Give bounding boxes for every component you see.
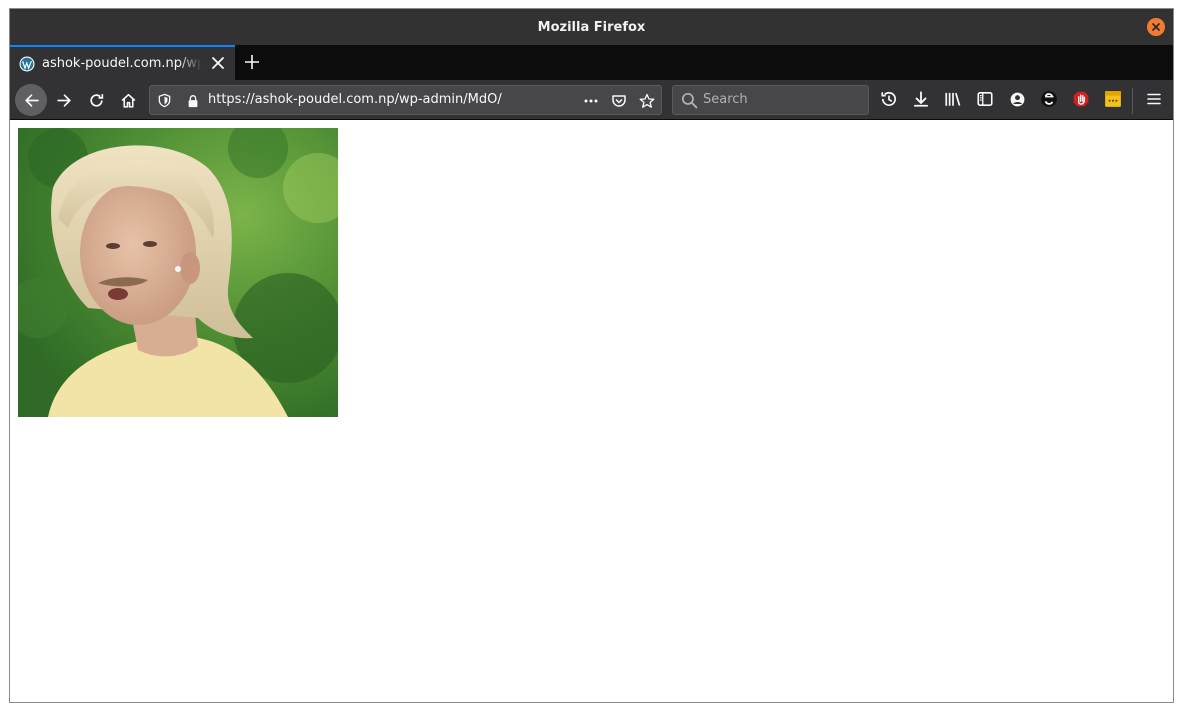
tab-bar: ashok-poudel.com.np/wp-admin/MdO/: [10, 45, 1173, 80]
search-placeholder: Search: [703, 92, 748, 107]
tab-close-icon[interactable]: [211, 56, 225, 70]
window-close-button[interactable]: [1147, 18, 1165, 36]
search-bar[interactable]: Search: [672, 85, 869, 115]
home-icon: [121, 93, 135, 108]
tab-label: ashok-poudel.com.np/wp-admin/MdO/: [42, 56, 202, 71]
forward-arrow-icon: [56, 93, 71, 107]
library-icon[interactable]: [943, 89, 963, 109]
navigation-toolbar: https://ashok-poudel.com.np/wp-admin/MdO…: [10, 80, 1173, 120]
new-tab-button[interactable]: [242, 52, 262, 72]
tab-active[interactable]: ashok-poudel.com.np/wp-admin/MdO/: [10, 45, 235, 80]
reload-button[interactable]: [82, 86, 110, 114]
history-icon[interactable]: [879, 89, 899, 109]
back-arrow-icon: [24, 93, 39, 107]
account-icon[interactable]: [1007, 89, 1027, 109]
page-content: [10, 121, 1173, 702]
ublock-icon[interactable]: [1071, 89, 1091, 109]
page-actions-icon[interactable]: [582, 92, 599, 109]
search-icon: [681, 92, 698, 109]
lock-icon[interactable]: [184, 92, 201, 109]
window-title: Mozilla Firefox: [537, 19, 646, 35]
browser-window: Mozilla Firefox ashok-poudel.com.np/wp-a…: [9, 8, 1174, 703]
menu-icon[interactable]: [1144, 89, 1164, 109]
reload-icon: [89, 93, 103, 107]
notes-extension-icon[interactable]: [1103, 89, 1123, 109]
close-icon: [1152, 23, 1160, 31]
title-bar: Mozilla Firefox: [10, 9, 1173, 45]
url-text[interactable]: https://ashok-poudel.com.np/wp-admin/MdO…: [208, 92, 502, 107]
download-icon[interactable]: [911, 89, 931, 109]
wordpress-icon: [19, 56, 35, 72]
pocket-icon[interactable]: [610, 92, 627, 109]
plus-icon: [245, 55, 259, 69]
back-button[interactable]: [15, 84, 47, 116]
bookmark-star-icon[interactable]: [638, 92, 655, 109]
tracking-protection-icon[interactable]: [156, 92, 173, 109]
animated-gif-image: [18, 128, 338, 417]
sidebar-icon[interactable]: [975, 89, 995, 109]
extension-icon[interactable]: [1039, 89, 1059, 109]
toolbar-separator: [1132, 88, 1133, 114]
forward-button[interactable]: [50, 86, 78, 114]
address-bar[interactable]: https://ashok-poudel.com.np/wp-admin/MdO…: [149, 85, 662, 115]
home-button[interactable]: [114, 86, 142, 114]
